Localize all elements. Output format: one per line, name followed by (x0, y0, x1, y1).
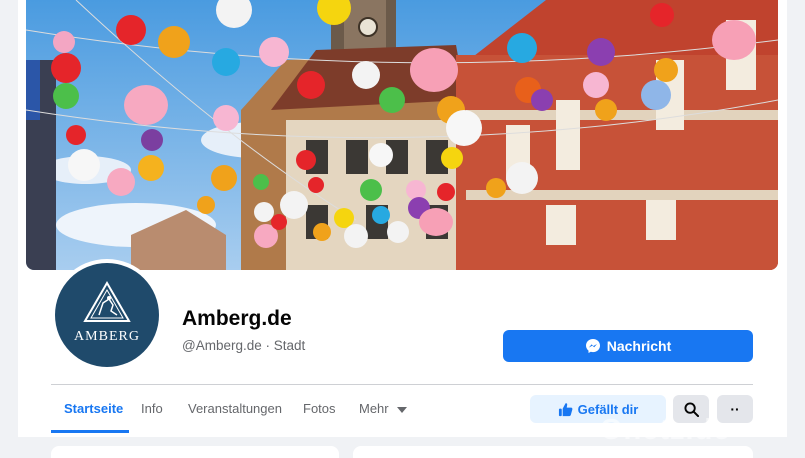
posts-card (353, 446, 753, 458)
amberg-crest-icon (83, 281, 131, 322)
intro-card (51, 446, 339, 458)
profile-picture[interactable]: AMBERG (51, 259, 163, 371)
page-handle-category: @Amberg.de · Stadt (182, 338, 306, 353)
tab-fotos[interactable]: Fotos (303, 385, 336, 431)
active-tab-indicator (51, 430, 129, 433)
tab-info-label: Info (141, 401, 163, 416)
tab-veranstaltungen[interactable]: Veranstaltungen (188, 385, 282, 431)
more-icon: ·· (730, 401, 740, 417)
search-button[interactable] (673, 395, 709, 423)
messenger-icon (585, 339, 600, 353)
cover-photo[interactable] (26, 0, 778, 270)
tab-mehr[interactable]: Mehr (359, 385, 408, 431)
search-icon (683, 401, 699, 417)
caret-down-icon (397, 406, 408, 413)
amberg-logo: AMBERG (55, 263, 159, 367)
message-button-label: Nachricht (606, 338, 672, 354)
tab-startseite-label: Startseite (64, 401, 124, 416)
message-button[interactable]: Nachricht (503, 330, 753, 362)
more-button[interactable]: ·· (717, 395, 753, 423)
tab-mehr-label: Mehr (359, 401, 389, 416)
like-button-label: Gefällt dir (577, 401, 639, 417)
tab-fotos-label: Fotos (303, 401, 336, 416)
avatar-text: AMBERG (74, 329, 140, 344)
like-button[interactable]: Gefällt dir (530, 395, 666, 423)
tab-startseite[interactable]: Startseite (64, 385, 123, 431)
thumbs-up-icon (558, 402, 573, 416)
page-title[interactable]: Amberg.de (182, 307, 292, 331)
cover-image (26, 0, 778, 270)
tab-veranstaltungen-label: Veranstaltungen (188, 401, 282, 416)
tab-info[interactable]: Info (141, 385, 163, 431)
